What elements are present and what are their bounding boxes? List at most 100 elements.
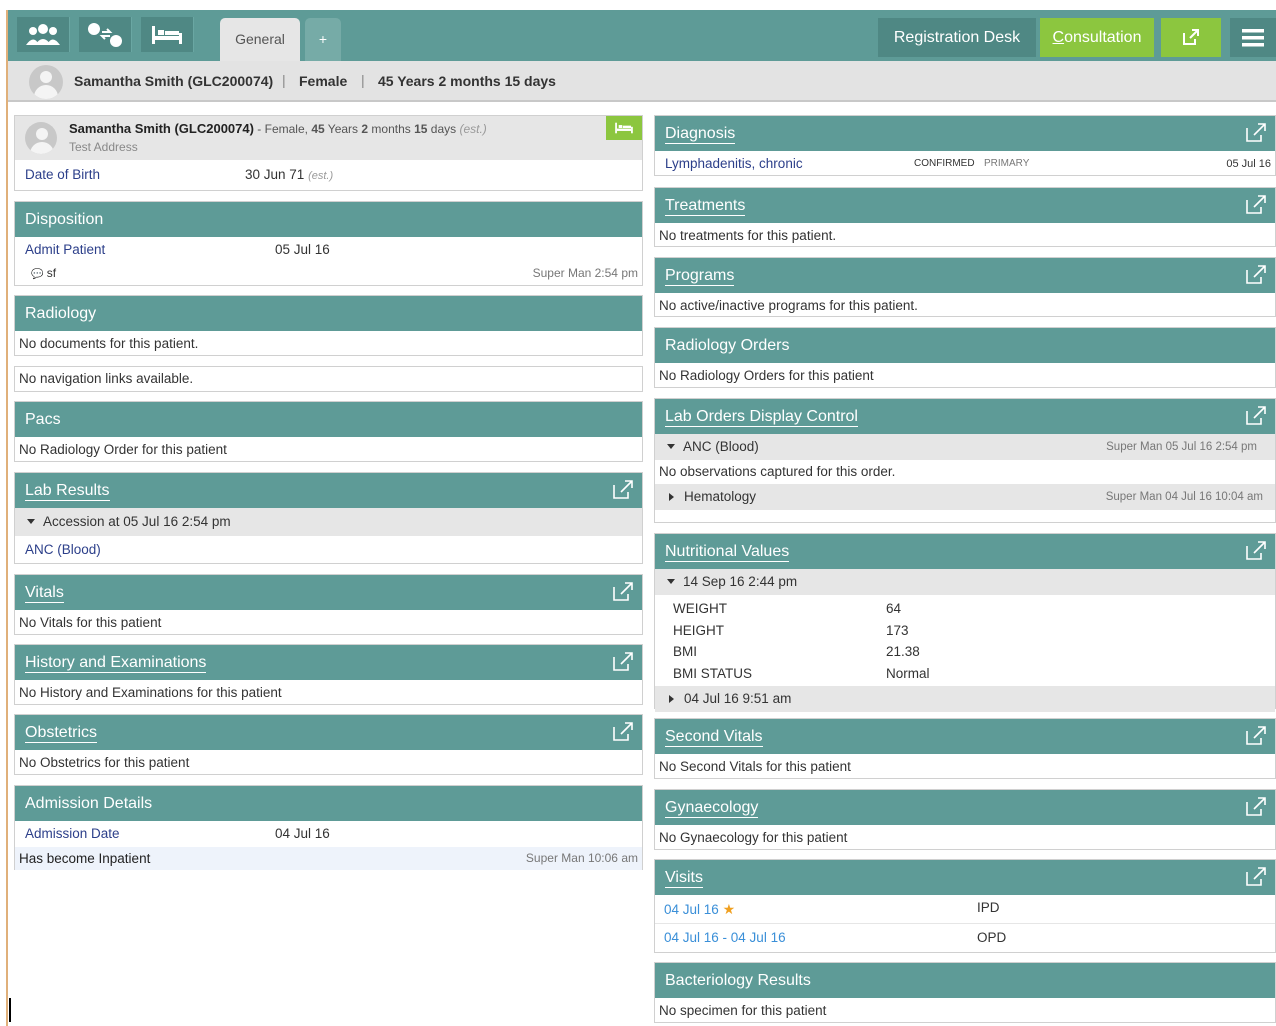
external-link-icon[interactable] (612, 480, 634, 500)
bacteriology-panel: Bacteriology Results No specimen for thi… (654, 962, 1276, 1023)
users-group-icon (26, 23, 60, 45)
radiology-empty: No documents for this patient. (19, 336, 199, 351)
patient-name: Samantha Smith (GLC200074) (74, 73, 274, 89)
vitals-header: Vitals (15, 575, 642, 610)
external-link-icon[interactable] (1245, 265, 1267, 285)
visits-title-link[interactable]: Visits (665, 869, 703, 888)
tab-general[interactable]: General (220, 18, 300, 61)
navigation-links-panel: No navigation links available. (14, 366, 643, 392)
visits-panel: Visits 04 Jul 16 ★ IPD 04 Jul 16 - 04 Ju… (654, 859, 1276, 953)
admitted-badge[interactable] (606, 116, 642, 140)
lab-order-anc-row[interactable]: ANC (Blood) Super Man 05 Jul 16 2:54 pm (655, 434, 1275, 460)
lab-order-hematology-row[interactable]: Hematology Super Man 04 Jul 16 10:04 am (655, 484, 1275, 510)
patients-button[interactable] (17, 17, 70, 52)
vitals-empty: No Vitals for this patient (19, 615, 162, 630)
tab-add-button[interactable]: + (305, 18, 341, 61)
bacteriology-empty: No specimen for this patient (659, 1003, 827, 1018)
nutrition-title-link[interactable]: Nutritional Values (665, 543, 790, 562)
external-link-icon[interactable] (612, 652, 634, 672)
external-link-icon[interactable] (1245, 726, 1267, 746)
diagnosis-title-link[interactable]: Diagnosis (665, 125, 736, 144)
external-link-icon[interactable] (1245, 541, 1267, 561)
separator: | (361, 72, 365, 88)
separator: | (282, 72, 286, 88)
gynaecology-header: Gynaecology (655, 790, 1275, 825)
diagnosis-date: 05 Jul 16 (1226, 158, 1271, 170)
visit-row: 04 Jul 16 - 04 Jul 16 OPD (655, 924, 1275, 952)
external-link-icon[interactable] (1245, 867, 1267, 887)
history-empty: No History and Examinations for this pat… (19, 685, 282, 700)
diagnosis-certainty: CONFIRMED (914, 158, 975, 169)
vitals-panel: Vitals No Vitals for this patient (14, 574, 643, 635)
transfer-users-icon (88, 22, 122, 47)
patient-avatar (25, 122, 57, 154)
main-menu-button[interactable] (1230, 18, 1276, 57)
bed-management-button[interactable] (141, 17, 194, 52)
lab-test-row[interactable]: ANC (Blood) (15, 536, 642, 563)
nutritional-values-panel: Nutritional Values 14 Sep 16 2:44 pm WEI… (654, 533, 1276, 712)
external-link-icon[interactable] (1245, 406, 1267, 426)
diagnosis-row: Lymphadenitis, chronic CONFIRMED PRIMARY… (655, 151, 1275, 177)
hamburger-menu-icon (1242, 29, 1264, 47)
admission-details-panel: Admission Details Admission Date 04 Jul … (14, 785, 643, 870)
obstetrics-title-link[interactable]: Obstetrics (25, 724, 98, 743)
lab-results-title-link[interactable]: Lab Results (25, 482, 110, 501)
admission-date-row: Admission Date 04 Jul 16 (25, 826, 330, 841)
consultation-label: onsultation (1064, 29, 1142, 46)
accession-row[interactable]: Accession at 05 Jul 16 2:54 pm (15, 508, 642, 536)
lab-orders-header: Lab Orders Display Control (655, 399, 1275, 434)
history-panel: History and Examinations No History and … (14, 644, 643, 705)
patient-info-card: Samantha Smith (GLC200074) - Female, 45 … (14, 115, 643, 191)
nutrition-header: Nutritional Values (655, 534, 1275, 569)
pacs-header: Pacs (15, 402, 642, 437)
second-vitals-panel: Second Vitals No Second Vitals for this … (654, 718, 1276, 779)
patient-gender: Female (299, 73, 348, 89)
visit-link[interactable]: 04 Jul 16 - 04 Jul 16 (664, 930, 786, 945)
bed-icon (152, 25, 182, 44)
gynaecology-title-link[interactable]: Gynaecology (665, 799, 759, 818)
open-new-window-button[interactable] (1161, 18, 1221, 57)
pacs-empty: No Radiology Order for this patient (19, 442, 227, 457)
consultation-button[interactable]: Consultation (1040, 18, 1154, 57)
external-link-icon[interactable] (1245, 123, 1267, 143)
radiology-header: Radiology (15, 296, 642, 331)
second-vitals-title-link[interactable]: Second Vitals (665, 728, 763, 747)
vitals-title-link[interactable]: Vitals (25, 584, 64, 603)
top-navigation-bar: General + Registration Desk Consultation (8, 10, 1276, 61)
lab-results-panel: Lab Results Accession at 05 Jul 16 2:54 … (14, 472, 643, 564)
external-link-icon[interactable] (612, 582, 634, 602)
navigation-links-empty: No navigation links available. (19, 371, 194, 386)
registration-desk-button[interactable]: Registration Desk (878, 18, 1036, 57)
second-vitals-header: Second Vitals (655, 719, 1275, 754)
admission-status-row: Has become Inpatient Super Man 10:06 am (15, 847, 642, 870)
transfer-button[interactable] (79, 17, 132, 52)
second-vitals-empty: No Second Vitals for this patient (659, 759, 851, 774)
external-link-icon[interactable] (612, 722, 634, 742)
caret-down-icon (667, 579, 675, 585)
external-link-icon[interactable] (1245, 797, 1267, 817)
visit-row: 04 Jul 16 ★ IPD (655, 895, 1275, 924)
lab-orders-title-link[interactable]: Lab Orders Display Control (665, 408, 858, 427)
patient-header-strip: Samantha Smith (GLC200074) | Female | 45… (8, 61, 1276, 102)
external-link-icon[interactable] (1245, 195, 1267, 215)
programs-header: Programs (655, 258, 1275, 293)
dob-row: Date of Birth 30 Jun 71 (est.) (15, 160, 642, 190)
radiology-orders-header: Radiology Orders (655, 328, 1275, 363)
caret-right-icon (669, 694, 674, 703)
patient-avatar (29, 65, 63, 99)
history-title-link[interactable]: History and Examinations (25, 654, 207, 673)
nutrition-date-row[interactable]: 14 Sep 16 2:44 pm (655, 569, 1275, 595)
programs-empty: No active/inactive programs for this pat… (659, 298, 918, 313)
treatments-title-link[interactable]: Treatments (665, 197, 746, 216)
treatments-panel: Treatments No treatments for this patien… (654, 187, 1276, 247)
nutrition-date-row-collapsed[interactable]: 04 Jul 16 9:51 am (655, 686, 1275, 712)
diagnosis-header: Diagnosis (655, 116, 1275, 151)
disposition-panel: Disposition Admit Patient 05 Jul 16 💬 sf… (14, 201, 643, 286)
bacteriology-header: Bacteriology Results (655, 963, 1275, 998)
admission-header: Admission Details (15, 786, 642, 821)
diagnosis-name: Lymphadenitis, chronic (665, 156, 803, 171)
programs-title-link[interactable]: Programs (665, 267, 735, 286)
nutrition-row: HEIGHT 173 (673, 622, 909, 638)
patient-card-header: Samantha Smith (GLC200074) - Female, 45 … (15, 116, 642, 160)
visit-link[interactable]: 04 Jul 16 (664, 902, 719, 917)
